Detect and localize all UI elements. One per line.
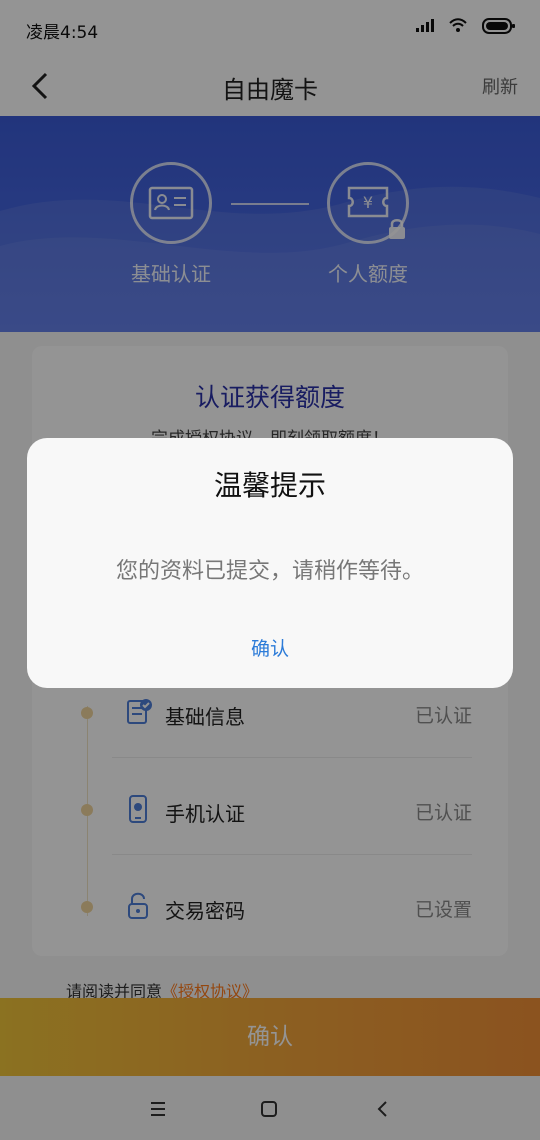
app-screen: 凌晨4:54 自由魔卡 刷新 基础认证 ¥ 个人额度 认证获得额度 基础信息 已… (0, 0, 540, 1140)
dialog-title: 温馨提示 (213, 469, 326, 502)
tip-dialog: 温馨提示 您的资料已提交，请稍作等待。 确认 (27, 438, 513, 688)
dialog-message: 您的资料已提交，请稍作等待。 (115, 559, 424, 584)
dialog-confirm-button[interactable]: 确认 (27, 634, 513, 661)
